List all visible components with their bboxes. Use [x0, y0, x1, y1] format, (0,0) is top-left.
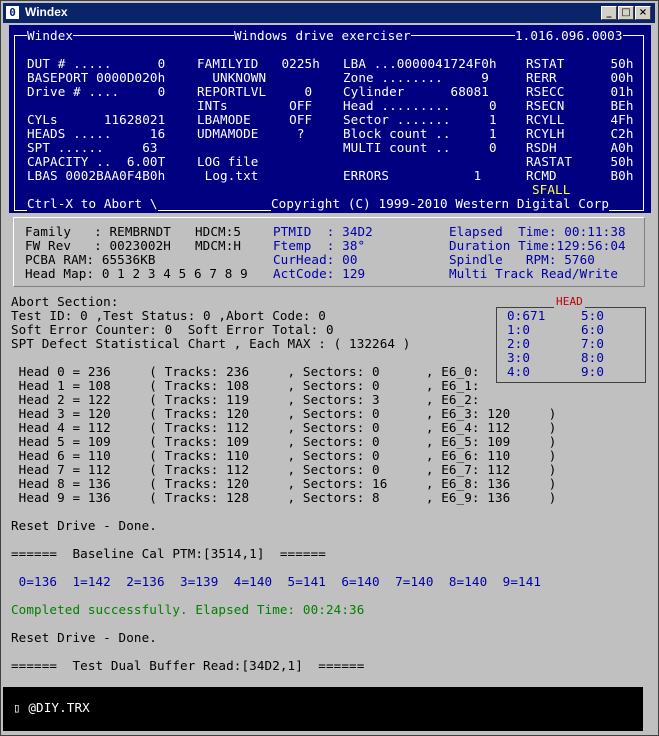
status-field: RSECN BEh [526, 98, 634, 113]
console-area[interactable]: Windex Windows drive exerciser 1.016.096… [9, 25, 651, 731]
status-field: FAMILYID 0225h [197, 56, 320, 71]
drive-info-field: Spindle RPM: 5760 [449, 252, 595, 267]
status-field: RSTAT 50h [526, 56, 634, 71]
sfall-indicator: SFALL [532, 182, 571, 197]
status-field: CYLs 11628021 [27, 112, 166, 127]
status-field: Sector ....... 1 [343, 112, 497, 127]
status-field: RASTAT 50h [526, 154, 634, 169]
abort-line: SPT Defect Statistical Chart , Each MAX … [11, 336, 411, 351]
head-row: Head 4 = 112 ( Tracks: 112 , Sectors: 0 … [11, 420, 557, 435]
status-panel: Windex Windows drive exerciser 1.016.096… [9, 25, 651, 213]
log-line: Reset Drive - Done. [11, 518, 157, 533]
status-field: LBA ...0000041724F0h [343, 56, 497, 71]
abort-line: Abort Section: [11, 294, 119, 309]
head-count: 2:0 [507, 336, 531, 351]
abort-line: Test ID: 0 ,Test Status: 0 ,Abort Code: … [11, 308, 326, 323]
drive-info-field: Elapsed Time: 00:11:38 [449, 224, 626, 239]
log-line: ====== Test Dual Buffer Read:[34D2,1] ==… [11, 658, 365, 673]
drive-info-field: PTMID : 34D2 [273, 224, 373, 239]
head-count: 3:0 [507, 350, 531, 365]
head-count: 0:671 [507, 308, 546, 323]
title-bar[interactable]: 0 Windex _ □ × [3, 3, 655, 23]
status-field: UNKNOWN [197, 70, 267, 85]
head-row: Head 3 = 120 ( Tracks: 120 , Sectors: 0 … [11, 406, 557, 421]
console-app-icon[interactable]: 0 [6, 6, 19, 19]
head-row: Head 8 = 136 ( Tracks: 120 , Sectors: 16… [11, 476, 557, 491]
head-row: Head 2 = 122 ( Tracks: 119 , Sectors: 3 … [11, 392, 480, 407]
log-line: 0=136 1=142 2=136 3=139 4=140 5=141 6=14… [11, 574, 542, 589]
status-field: DUT # ..... 0 [27, 56, 166, 71]
status-field: MULTI count .. 0 [343, 140, 497, 155]
log-line: Reset Drive - Done. [11, 630, 157, 645]
drive-info-field: FW Rev : 0023002H [25, 238, 171, 253]
head-row: Head 5 = 109 ( Tracks: 109 , Sectors: 0 … [11, 434, 557, 449]
status-field: Log.txt [197, 168, 259, 183]
status-field: CAPACITY .. 6.00T [27, 154, 166, 169]
log-line: ====== Baseline Cal PTM:[3514,1] ====== [11, 546, 326, 561]
status-field: UDMAMODE ? [197, 126, 305, 141]
minimize-button[interactable]: _ [601, 6, 617, 20]
head-count: 5:0 [581, 308, 605, 323]
status-field: ERRORS 1 [343, 168, 482, 183]
head-row: Head 0 = 236 ( Tracks: 236 , Sectors: 0 … [11, 364, 480, 379]
abort-line: Soft Error Counter: 0 Soft Error Total: … [11, 322, 334, 337]
status-field: BASEPORT 0000D020h [27, 70, 166, 85]
status-field: RERR 00h [526, 70, 634, 85]
head-map: Head Map: 0 1 2 3 4 5 6 7 8 9 [25, 266, 248, 281]
head-row: Head 1 = 108 ( Tracks: 108 , Sectors: 0 … [11, 378, 480, 393]
head-count: 8:0 [581, 350, 605, 365]
log-line: Completed successfully. Elapsed Time: 00… [11, 602, 365, 617]
drive-info-field: CurHead: 00 [273, 252, 358, 267]
header-app-name: Windex [27, 28, 74, 43]
head-box-title: HEAD [554, 295, 585, 309]
drive-info-field: MDCM:H [195, 238, 242, 253]
status-field: SPT ...... 63 [27, 140, 158, 155]
command-line-bar[interactable]: ▯ @DIY.TRX [3, 687, 643, 731]
head-count: 9:0 [581, 364, 605, 379]
head-count: 4:0 [507, 364, 531, 379]
status-field: Drive # .... 0 [27, 84, 166, 99]
status-field: REPORTLVL 0 [197, 84, 313, 99]
status-field: RCYLL 4Fh [526, 112, 634, 127]
close-button[interactable]: × [635, 6, 651, 20]
copyright: Copyright (C) 1999-2010 Western Digital … [271, 196, 610, 211]
header-subtitle: Windows drive exerciser [234, 28, 411, 43]
abort-hint: Ctrl-X to Abort \ [27, 196, 158, 211]
drive-info-field: HDCM:5 [195, 224, 242, 239]
maximize-button[interactable]: □ [618, 6, 634, 20]
test-mode: Multi Track Read/Write [449, 266, 619, 281]
status-field: LBAMODE OFF [197, 112, 313, 127]
command-prompt[interactable]: ▯ @DIY.TRX [13, 701, 90, 715]
head-count: 6:0 [581, 322, 605, 337]
status-field: RCMD B0h [526, 168, 634, 183]
drive-info-field: Duration Time:129:56:04 [449, 238, 626, 253]
head-row: Head 6 = 110 ( Tracks: 110 , Sectors: 0 … [11, 448, 557, 463]
status-field: LBAS 0002BAA0F4B0h [27, 168, 166, 183]
windex-window: 0 Windex _ □ × Windex Windows drive exer… [0, 0, 659, 736]
status-field: Cylinder 68081 [343, 84, 489, 99]
status-field: RSECC 01h [526, 84, 634, 99]
head-row: Head 9 = 136 ( Tracks: 128 , Sectors: 8 … [11, 490, 557, 505]
status-field: Head ......... 0 [343, 98, 497, 113]
drive-info-field: Ftemp : 38° [273, 238, 366, 253]
drive-info-field: PCBA RAM: 65536KB [25, 252, 156, 267]
drive-info-field: Family : REMBRNDT [25, 224, 171, 239]
status-field: HEADS ..... 16 [27, 126, 166, 141]
status-field: RCYLH C2h [526, 126, 634, 141]
status-field: Zone ........ 9 [343, 70, 489, 85]
act-code: ActCode: 129 [273, 266, 366, 281]
status-field: INTs OFF [197, 98, 313, 113]
window-title: Windex [25, 5, 68, 19]
head-row: Head 7 = 112 ( Tracks: 112 , Sectors: 0 … [11, 462, 557, 477]
status-field: Block count .. 1 [343, 126, 497, 141]
header-version: 1.016.096.0003 [515, 28, 623, 43]
head-count: 1:0 [507, 322, 531, 337]
status-field: LOG file [197, 154, 259, 169]
drive-info-panel: Family : REMBRNDT FW Rev : 0023002H PCBA R… [9, 213, 651, 293]
status-field: RSDH A0h [526, 140, 634, 155]
head-count: 7:0 [581, 336, 605, 351]
